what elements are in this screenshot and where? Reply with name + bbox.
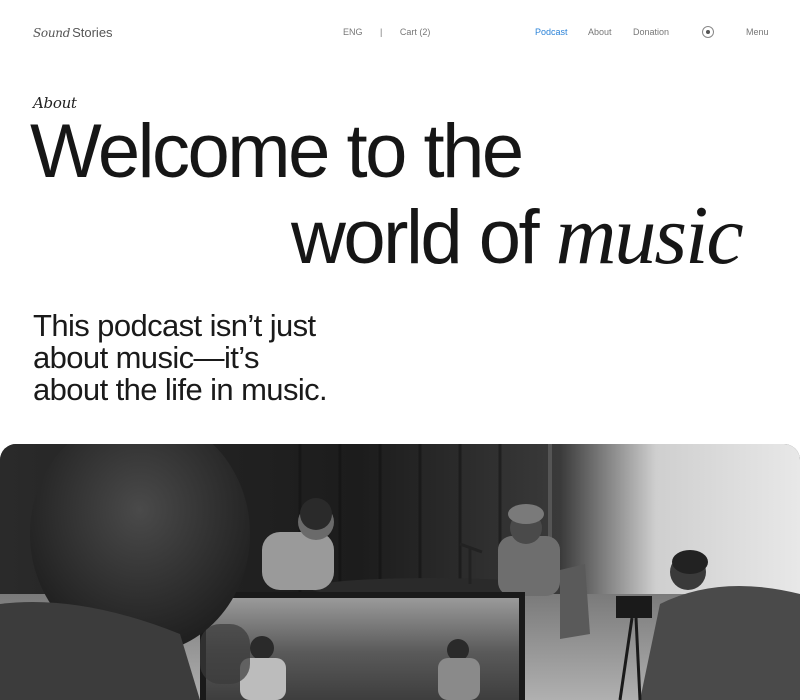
brand-logo-plain: Stories [72,25,113,40]
nav-link-podcast[interactable]: Podcast [535,27,568,37]
brand-logo[interactable]: Sound Stories [33,25,113,40]
menu-button[interactable]: Menu [746,27,769,37]
chair [560,564,590,639]
podcast-studio-photo [0,444,800,700]
headline-line-2: world of music [291,194,744,280]
headline-line-1: Welcome to the [30,109,524,194]
preview-monitor [200,592,525,700]
nav-link-donation[interactable]: Donation [633,27,669,37]
page: Sound Stories ENG | Cart (2) Podcast Abou… [0,0,800,700]
brand-logo-italic: Sound [33,26,71,40]
cart-link[interactable]: Cart (2) [400,27,431,37]
studio-illustration [0,444,800,700]
intro-line-1: This podcast isn’t just [33,308,316,343]
language-switch[interactable]: ENG [343,27,363,37]
nav-link-about[interactable]: About [588,27,612,37]
nav-separator: | [380,27,383,37]
intro-text: This podcast isn’t just about music—it’s… [33,310,373,406]
intro-line-3: about the life in music. [33,372,328,407]
intro-line-2: about music—it’s [33,340,259,375]
record-icon[interactable] [702,26,714,38]
utility-nav: ENG | Cart (2) [343,27,430,37]
headline-line-2-italic: music [555,189,744,282]
headline-line-2-plain: world of [291,195,556,280]
